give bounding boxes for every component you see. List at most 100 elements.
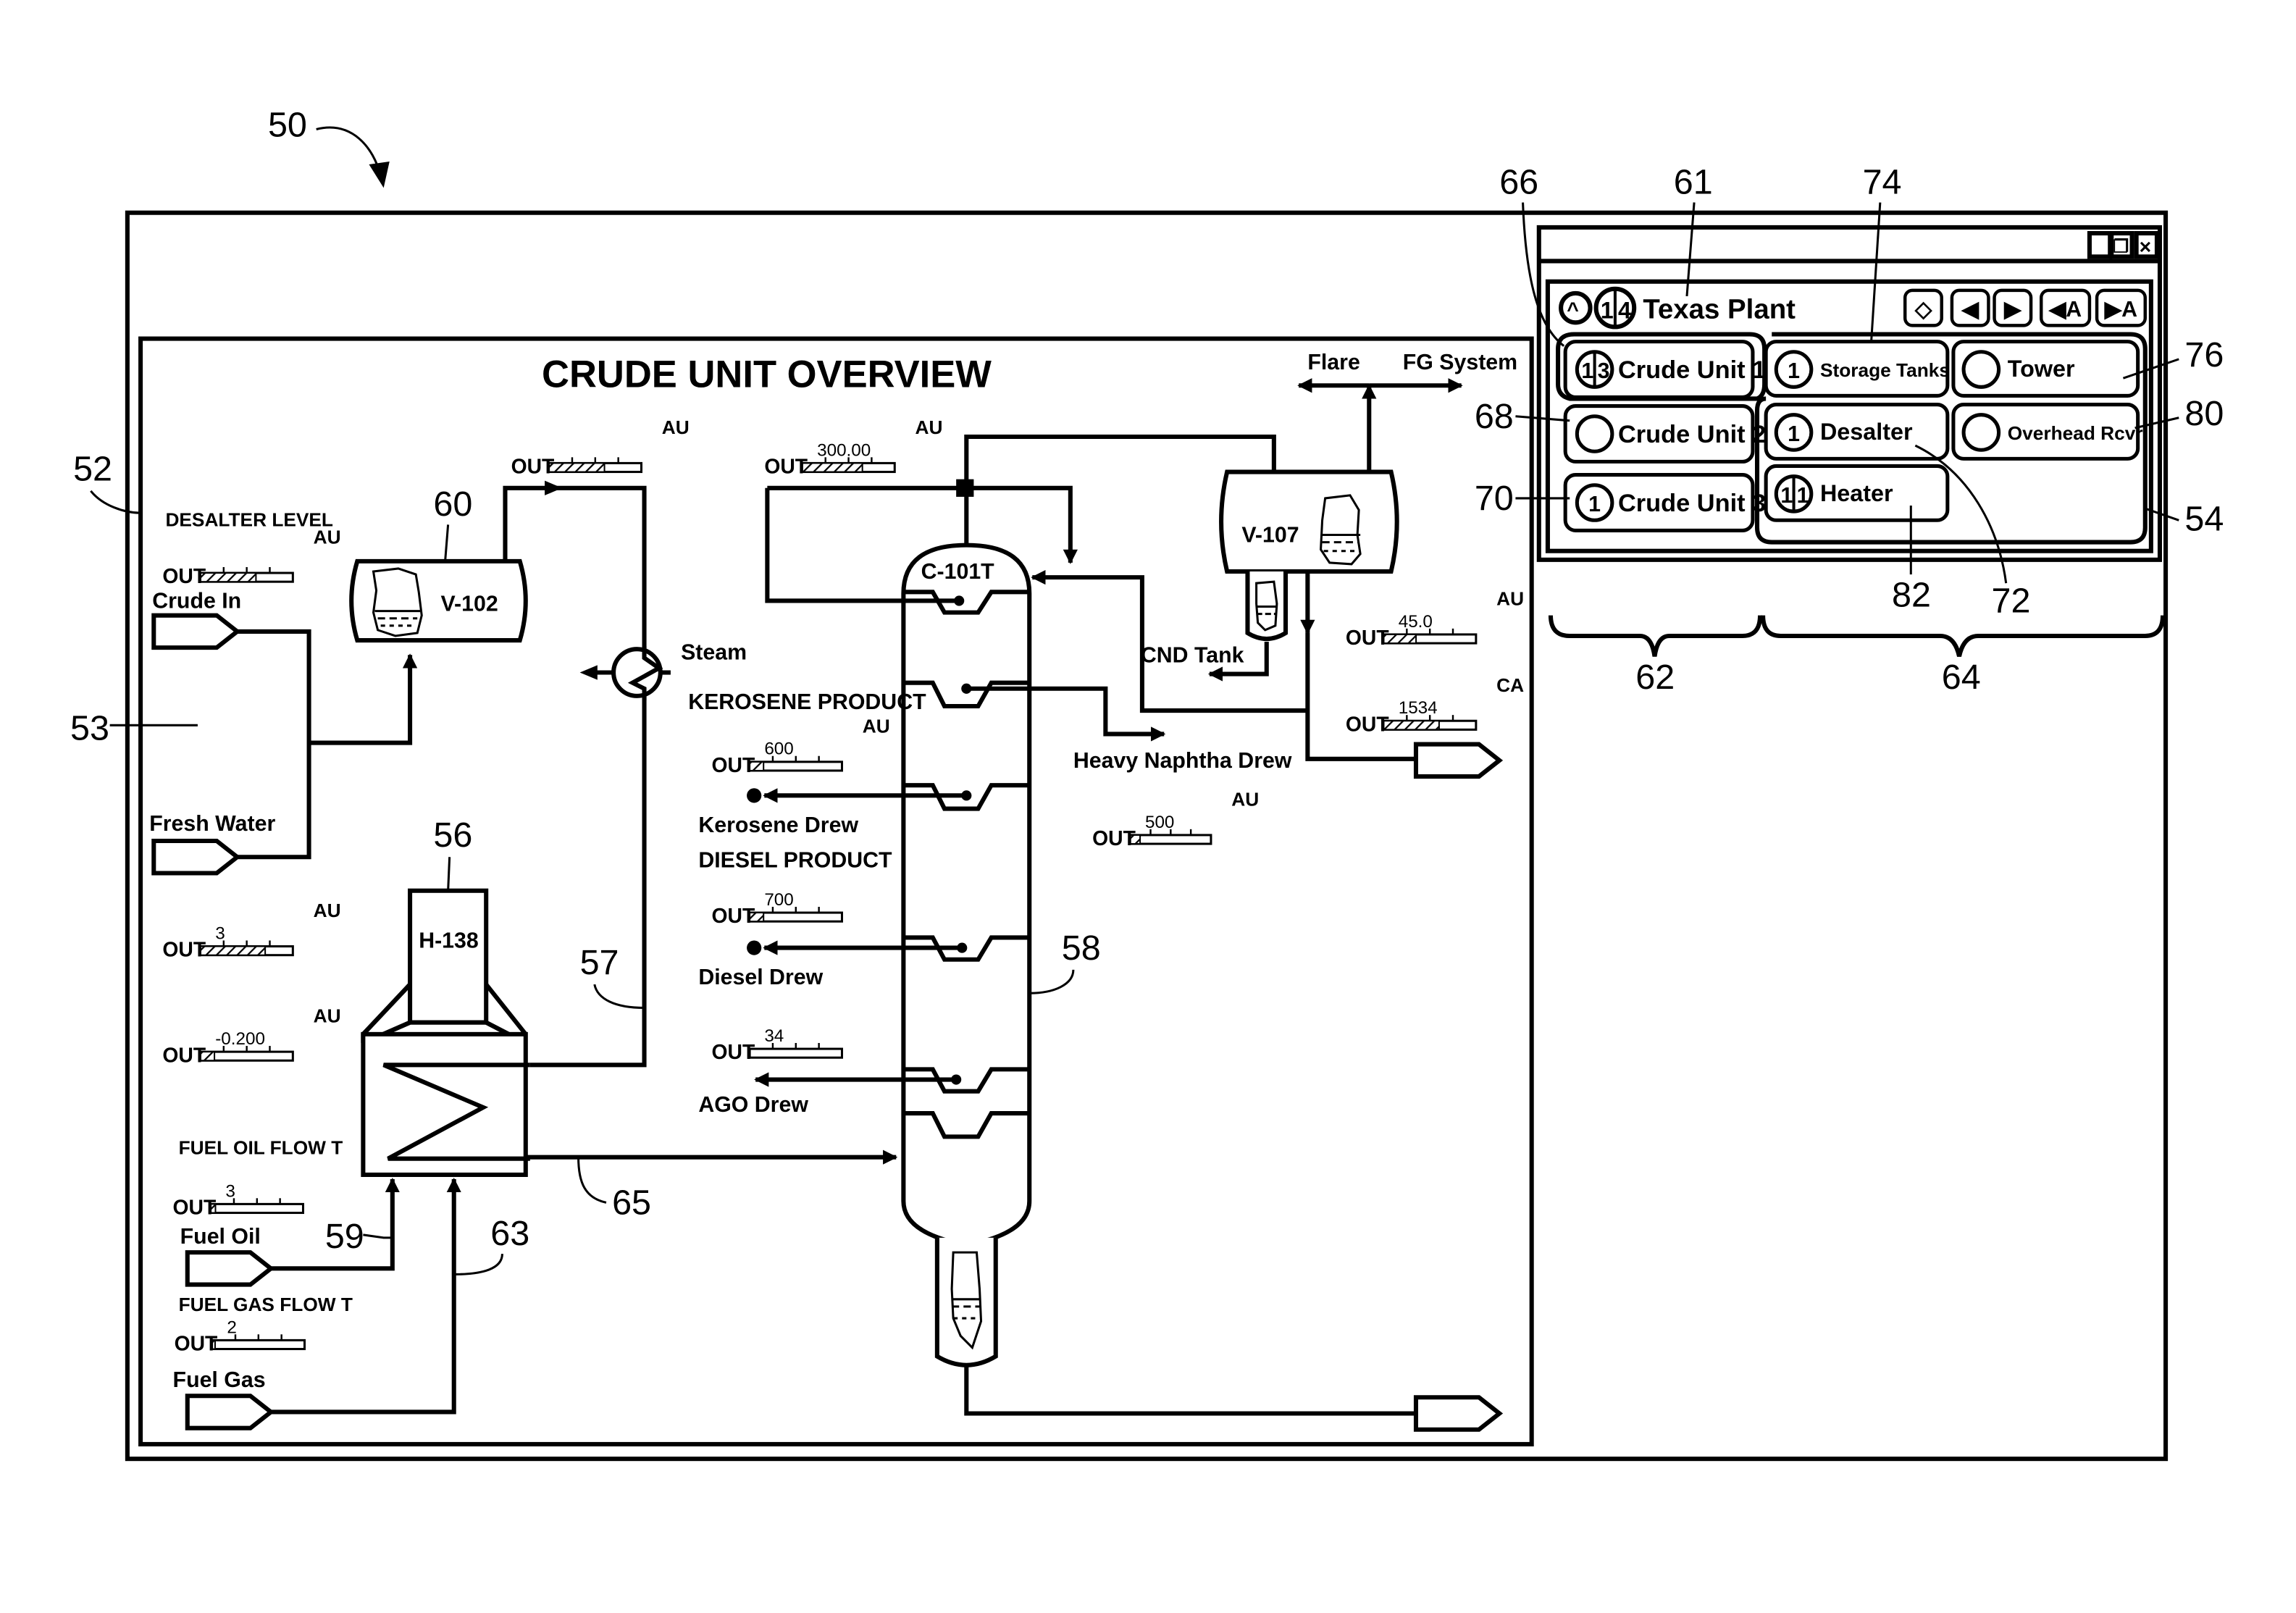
nav-item-label: Storage Tanks [1820,359,1950,381]
nav-toolbar-button-0[interactable]: ◇ [1903,288,1943,327]
distillate-connector[interactable] [1413,742,1504,779]
gauge-fuel-gas[interactable]: OUT 2 [175,1317,306,1355]
ref-70: 70 [1475,479,1514,518]
gauge-track [1129,834,1212,845]
gauge-diesel[interactable]: OUT 700 [712,890,843,927]
diesel-drew-endpoint[interactable] [747,940,762,955]
gauge-kerosene[interactable]: OUT 600 AU [712,715,890,776]
gauge-v102-out[interactable]: OUT AU [511,416,690,478]
ref-54: 54 [2184,499,2224,538]
v102-outlet-arrow [545,480,563,495]
svg-text:×: × [2140,235,2152,258]
v102-ref-leader [444,524,450,561]
fresh-water-connector[interactable] [151,838,241,876]
overhead-junction [956,479,974,497]
bottoms-connector[interactable] [1413,1395,1504,1432]
gauge-value: 700 [764,890,793,910]
figure-ref-leader [316,126,382,177]
gauge-fill [749,912,765,923]
column-bottoms-line [964,1365,1416,1416]
nav-item-storage-tanks[interactable]: 1 Storage Tanks [1764,340,1950,398]
nav-item-overhead-rcvr[interactable]: Overhead Rcvr [1951,403,2143,461]
nav-plant-title: Texas Plant [1643,293,1796,324]
heater-h138[interactable]: H-138 [361,888,530,1177]
nav-toolbar-button-3[interactable]: ◀A [2040,288,2092,327]
gauge-unit: AU [916,416,943,438]
flare-label: Flare [1307,351,1359,374]
svg-text:_: _ [2093,236,2105,258]
figure-ref-arrow [369,161,390,188]
nav-item-heater[interactable]: 1 1 Heater [1764,464,1950,522]
nav-item-crude-unit-3[interactable]: 1 Crude Unit 3 [1563,473,1766,532]
gauge-fill [749,761,765,771]
gauge-fill [211,1339,216,1350]
gauge-heater-b[interactable]: OUT -0.200 AU [162,1005,340,1067]
gauge-out-label: OUT [712,1040,755,1063]
vessel-v102[interactable]: V-102 [349,558,528,643]
gauge-v107-b[interactable]: OUT 1534 CA [1346,674,1524,736]
heater-ref-leader [447,857,451,891]
column-c101t[interactable]: C-101T [901,542,1032,1367]
gauge-heater-a[interactable]: OUT 3 AU [162,900,340,961]
nav-item-crude-unit-1[interactable]: 1 3 Crude Unit 1 [1563,340,1766,399]
column-tag: C-101T [921,560,995,584]
gauge-overhead[interactable]: OUT 300.00 AU [764,416,942,478]
gauge-unit: AU [314,527,341,548]
gauge-value: 45.0 [1399,612,1433,632]
gauge-naphtha[interactable]: OUT 500 AU [1092,788,1259,850]
gauge-out-label: OUT [162,1043,206,1066]
gauge-ago[interactable]: OUT 34 [712,1026,843,1063]
crude-in-connector[interactable] [151,613,241,650]
gauge-fuel-oil[interactable]: OUT 3 [173,1181,305,1219]
fuel-gas-connector[interactable] [185,1394,275,1430]
kerosene-drew-label: Kerosene Drew [698,813,858,837]
status-badge [1961,350,2001,389]
heater-box [361,1031,528,1177]
nav-up-button[interactable]: ^ [1559,290,1593,325]
ref-72: 72 [1991,582,2030,621]
gauge-out-label: OUT [1092,826,1136,850]
gauge-desalter[interactable]: OUT AU [162,527,340,588]
kerosene-drew-endpoint[interactable] [747,788,762,803]
line57-ref: 57 [580,943,619,982]
line63-ref: 63 [490,1214,529,1253]
desalter-feed-line [309,653,418,745]
steam-exchanger[interactable] [579,646,671,700]
svg-text:❐: ❐ [2113,237,2129,256]
nav-toolbar-button-4[interactable]: ▶A [2095,288,2147,327]
gauge-out-label: OUT [1346,626,1389,649]
nav-item-tower[interactable]: Tower [1951,340,2140,398]
fuel-oil-label: Fuel Oil [180,1225,261,1249]
brace-62 [1548,615,1763,657]
gauge-out-label: OUT [712,753,755,776]
nav-toolbar-button-2[interactable]: ▶ [1993,288,2033,327]
gauge-fill [210,1203,217,1214]
status-badge [1575,414,1614,453]
fuel-oil-connector[interactable] [185,1250,275,1287]
status-badge [1961,413,2001,452]
svg-text:▶: ▶ [2003,298,2022,322]
fresh-water-label: Fresh Water [149,812,275,836]
crude-in-label: Crude In [152,590,241,613]
nav-toolbar-button-1[interactable]: ◀ [1950,288,1990,327]
svg-text:1: 1 [1581,359,1593,383]
gauge-value: 1534 [1399,698,1438,718]
gauge-track [211,1338,306,1351]
nav-item-crude-unit-2[interactable]: Crude Unit 2 [1563,404,1766,464]
ref-74: 74 [1863,162,1902,201]
gauge-out-label: OUT [511,455,555,478]
nav-item-desalter[interactable]: 1 Desalter [1764,403,1950,461]
nav-item-label: Overhead Rcvr [2008,422,2143,444]
close-button[interactable]: × [2134,230,2159,259]
vessel-v107-tag: V-107 [1241,524,1299,548]
gauge-unit: AU [1496,588,1524,610]
restore-button[interactable]: ❐ [2109,230,2134,259]
svg-text:4: 4 [1618,297,1631,323]
gauge-fill [199,572,257,583]
diesel-product-label: DIESEL PRODUCT [698,848,892,872]
svg-text:1: 1 [1797,484,1809,508]
gauge-value: 3 [225,1181,235,1201]
nav-left-group: 1 3 Crude Unit 1Crude Unit 2 1 Crude Unit 3 [1563,340,1766,532]
minimize-button[interactable]: _ [2087,230,2113,259]
gauge-v107-a[interactable]: OUT 45.0 AU [1346,588,1524,650]
